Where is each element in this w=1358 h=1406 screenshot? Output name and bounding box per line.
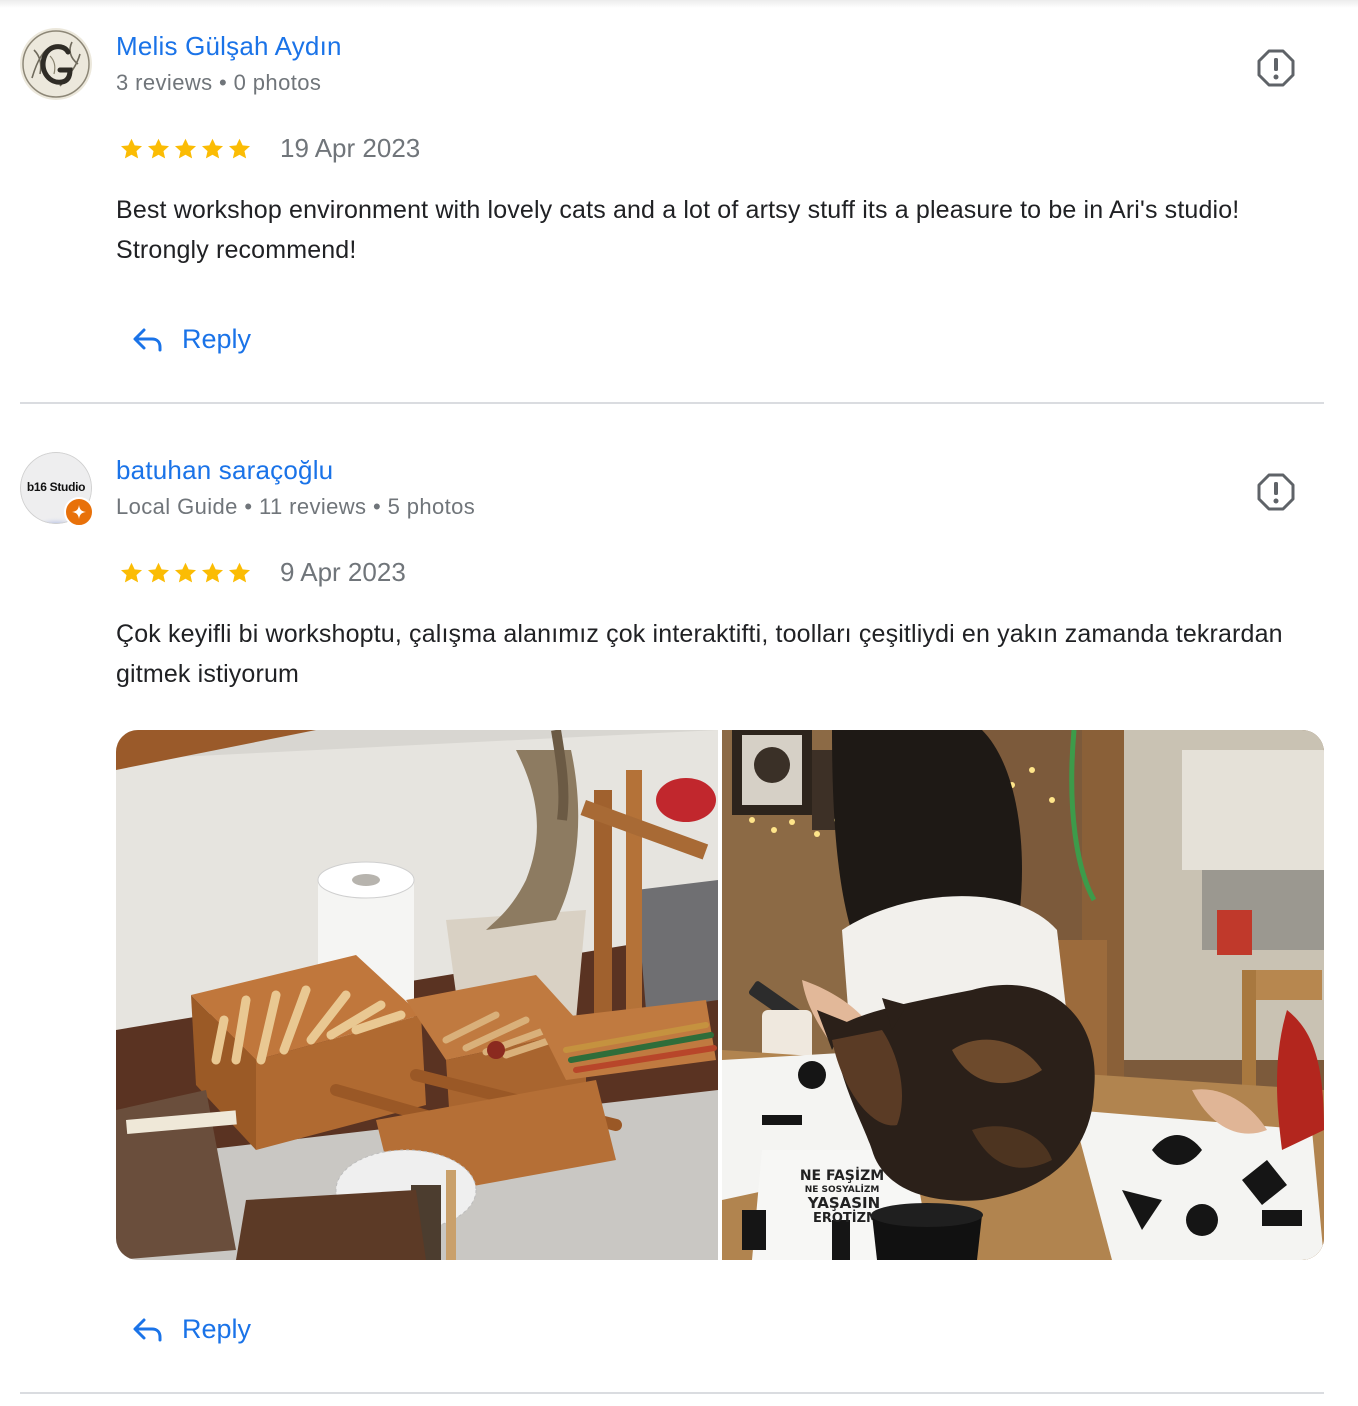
reply-label: Reply — [182, 324, 252, 354]
engraved-letter-g-avatar — [20, 28, 92, 100]
star-icon — [120, 138, 143, 159]
star-icon — [174, 562, 197, 583]
cat-image: NE FAŞİZM NE SOSYALİZM YAŞASIN EROTİZM — [722, 730, 1324, 1260]
poster-line-3: YAŞASIN — [807, 1194, 880, 1212]
reviewer-name[interactable]: batuhan saraçoğlu — [116, 455, 333, 486]
poster-line-4: EROTİZM — [813, 1210, 879, 1226]
star-icon — [228, 138, 251, 159]
report-flag-icon — [1257, 473, 1295, 511]
avatar-text: b16 Studio — [26, 480, 86, 494]
tool-box-image — [116, 730, 718, 1260]
avatar[interactable] — [20, 28, 92, 100]
review-date: 19 Apr 2023 — [280, 133, 421, 163]
cat-on-table-photo[interactable]: NE FAŞİZM NE SOSYALİZM YAŞASIN EROTİZM — [722, 730, 1324, 1260]
review-divider — [20, 402, 1324, 404]
review-date: 9 Apr 2023 — [280, 557, 406, 587]
star-icon — [174, 138, 197, 159]
avatar[interactable]: b16 Studio — [20, 452, 94, 527]
reply-button[interactable]: Reply — [132, 324, 251, 355]
local-guide-badge-icon — [64, 497, 94, 527]
star-icon — [201, 138, 224, 159]
star-icon — [147, 562, 170, 583]
reply-arrow-icon — [133, 328, 162, 351]
review-photos: NE FAŞİZM NE SOSYALİZM YAŞASIN EROTİZM — [116, 730, 1324, 1260]
reply-label: Reply — [182, 1314, 252, 1344]
report-review-button[interactable] — [1256, 48, 1296, 88]
report-flag-icon — [1257, 49, 1295, 87]
star-icon — [120, 562, 143, 583]
review-divider — [20, 1392, 1324, 1394]
star-rating — [118, 136, 253, 162]
star-icon — [147, 138, 170, 159]
star-icon — [201, 562, 224, 583]
reviewer-meta: Local Guide • 11 reviews • 5 photos — [116, 494, 476, 519]
poster-line-1: NE FAŞİZM — [800, 1167, 884, 1184]
reply-button[interactable]: Reply — [132, 1314, 251, 1345]
reviewer-name[interactable]: Melis Gülşah Aydın — [116, 31, 342, 62]
review-text: Best workshop environment with lovely ca… — [116, 196, 1240, 264]
star-icon — [228, 562, 251, 583]
reply-arrow-icon — [133, 1318, 162, 1341]
sparkle-icon — [72, 505, 86, 519]
wooden-tool-box-photo[interactable] — [116, 730, 718, 1260]
report-review-button[interactable] — [1256, 472, 1296, 512]
top-shadow — [0, 0, 1358, 8]
review-text: Çok keyifli bi workshoptu, çalışma alanı… — [116, 620, 1283, 688]
reviewer-meta: 3 reviews • 0 photos — [116, 70, 322, 95]
star-rating — [118, 560, 253, 586]
